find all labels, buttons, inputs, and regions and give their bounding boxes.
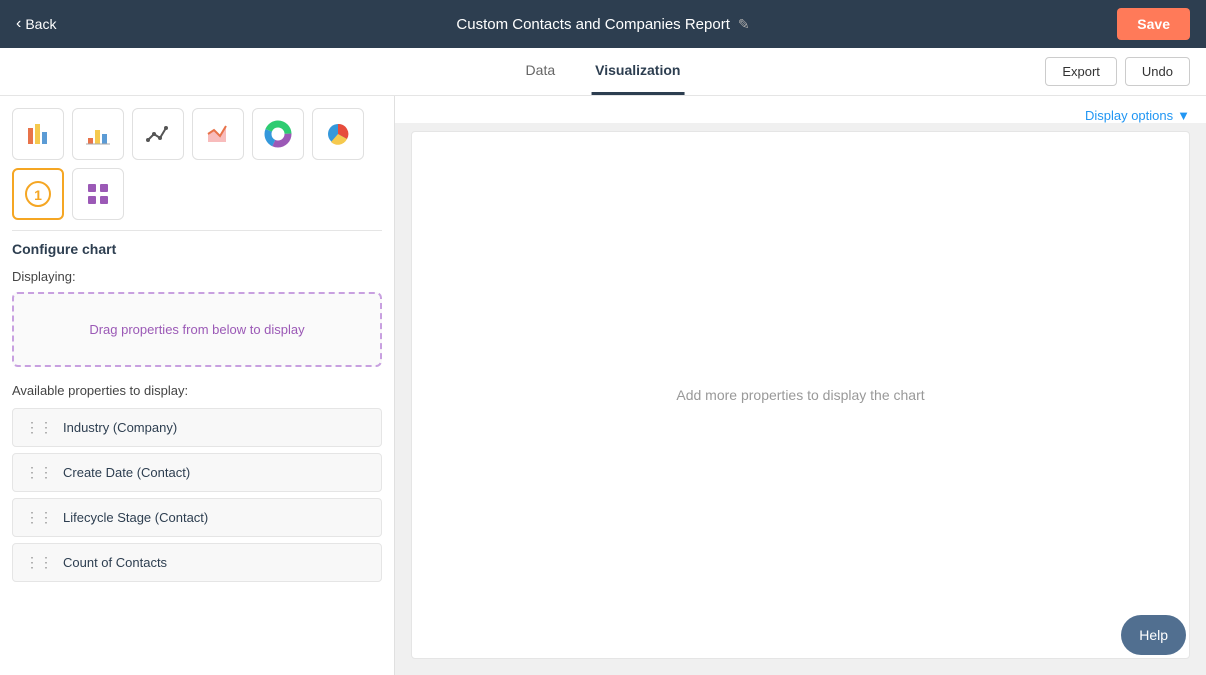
drag-handle-icon: ⋮⋮ bbox=[25, 464, 53, 481]
display-options-label: Display options bbox=[1085, 108, 1173, 123]
list-item[interactable]: ⋮⋮ Industry (Company) bbox=[12, 408, 382, 447]
tab-visualization[interactable]: Visualization bbox=[591, 48, 684, 95]
drag-drop-zone[interactable]: Drag properties from below to display bbox=[12, 292, 382, 367]
divider-1 bbox=[12, 230, 382, 231]
chart-type-grid[interactable] bbox=[72, 168, 124, 220]
chart-type-row-2: 1 bbox=[12, 168, 382, 220]
back-arrow-icon: ‹ bbox=[16, 15, 21, 33]
save-button[interactable]: Save bbox=[1117, 8, 1190, 40]
back-label: Back bbox=[25, 16, 56, 32]
property-label: Industry (Company) bbox=[63, 420, 177, 435]
chart-type-column[interactable] bbox=[72, 108, 124, 160]
drag-drop-placeholder: Drag properties from below to display bbox=[89, 322, 304, 337]
export-button[interactable]: Export bbox=[1045, 57, 1117, 86]
pie-chart-icon bbox=[324, 120, 352, 148]
available-properties-label: Available properties to display: bbox=[12, 383, 382, 398]
configure-chart-title: Configure chart bbox=[12, 241, 382, 257]
chart-area: Add more properties to display the chart bbox=[411, 131, 1190, 659]
left-panel: 1 Configure chart Displaying: Drag prope… bbox=[0, 96, 395, 675]
chart-type-line[interactable] bbox=[132, 108, 184, 160]
tabs-bar: Data Visualization Export Undo bbox=[0, 48, 1206, 96]
svg-text:1: 1 bbox=[34, 187, 42, 203]
help-button[interactable]: Help bbox=[1121, 615, 1186, 655]
property-label: Create Date (Contact) bbox=[63, 465, 190, 480]
list-item[interactable]: ⋮⋮ Lifecycle Stage (Contact) bbox=[12, 498, 382, 537]
main-layout: 1 Configure chart Displaying: Drag prope… bbox=[0, 96, 1206, 675]
display-options-button[interactable]: Display options ▼ bbox=[1085, 108, 1190, 123]
donut-chart-icon bbox=[264, 120, 292, 148]
displaying-label: Displaying: bbox=[12, 269, 382, 284]
area-chart-icon bbox=[204, 120, 232, 148]
bar-chart-icon bbox=[24, 120, 52, 148]
tabs-center: Data Visualization bbox=[522, 48, 685, 95]
right-panel: Display options ▼ Add more properties to… bbox=[395, 96, 1206, 675]
grid-chart-icon bbox=[84, 180, 112, 208]
drag-handle-icon: ⋮⋮ bbox=[25, 419, 53, 436]
edit-icon[interactable]: ✎ bbox=[738, 16, 750, 33]
drag-handle-icon: ⋮⋮ bbox=[25, 509, 53, 526]
chart-type-pie[interactable] bbox=[312, 108, 364, 160]
chart-type-donut[interactable] bbox=[252, 108, 304, 160]
tab-data[interactable]: Data bbox=[522, 48, 560, 95]
list-item[interactable]: ⋮⋮ Create Date (Contact) bbox=[12, 453, 382, 492]
drag-handle-icon: ⋮⋮ bbox=[25, 554, 53, 571]
property-label: Count of Contacts bbox=[63, 555, 167, 570]
tabs-actions: Export Undo bbox=[1045, 57, 1190, 86]
property-label: Lifecycle Stage (Contact) bbox=[63, 510, 208, 525]
chart-type-bar[interactable] bbox=[12, 108, 64, 160]
chart-type-number[interactable]: 1 bbox=[12, 168, 64, 220]
chart-placeholder: Add more properties to display the chart bbox=[676, 387, 924, 403]
header-title-group: Custom Contacts and Companies Report ✎ bbox=[456, 16, 749, 33]
number-chart-icon: 1 bbox=[24, 180, 52, 208]
column-chart-icon bbox=[84, 120, 112, 148]
display-options-bar: Display options ▼ bbox=[395, 96, 1206, 123]
chart-type-row-1 bbox=[12, 108, 382, 160]
chart-type-area[interactable] bbox=[192, 108, 244, 160]
chevron-down-icon: ▼ bbox=[1177, 108, 1190, 123]
undo-button[interactable]: Undo bbox=[1125, 57, 1190, 86]
line-chart-icon bbox=[144, 120, 172, 148]
list-item[interactable]: ⋮⋮ Count of Contacts bbox=[12, 543, 382, 582]
report-title: Custom Contacts and Companies Report bbox=[456, 16, 729, 33]
app-header: ‹ Back Custom Contacts and Companies Rep… bbox=[0, 0, 1206, 48]
back-button[interactable]: ‹ Back bbox=[16, 15, 56, 33]
